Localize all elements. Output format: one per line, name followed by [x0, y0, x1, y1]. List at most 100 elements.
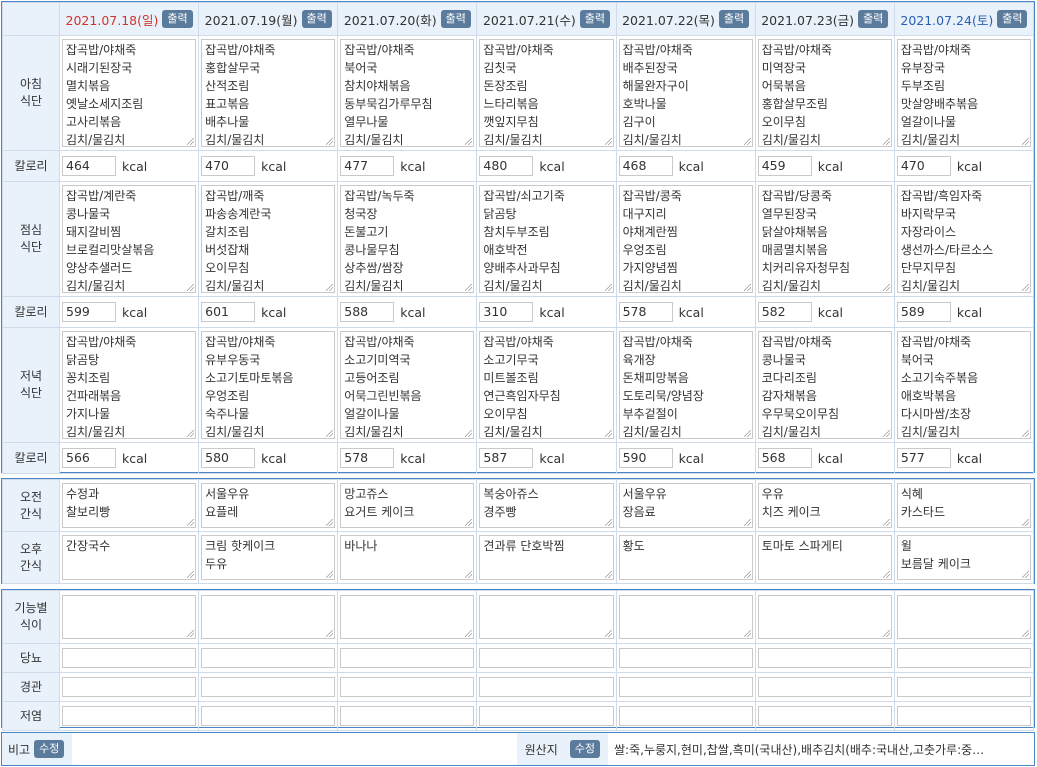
am_snack-textarea[interactable]: 식혜 카스타드 [896, 483, 1031, 528]
calorie-input[interactable]: 601 [201, 302, 256, 322]
pm_snack-textarea[interactable]: 토마토 스파게티 [757, 535, 892, 580]
functional-textarea[interactable] [896, 595, 1031, 639]
dinner-menu-textarea[interactable]: 잡곡밥/야채죽 유부우동국 소고기토마토볶음 우엉조림 숙주나물 김치/물김치 [201, 331, 336, 439]
calorie-input[interactable]: 470 [201, 156, 256, 176]
am_snack-textarea[interactable]: 서울우유 요플레 [201, 483, 336, 528]
functional-textarea[interactable] [340, 595, 475, 639]
low_salt-input[interactable] [757, 706, 892, 726]
print-button[interactable]: 출력 [997, 10, 1028, 28]
breakfast-menu-textarea[interactable]: 잡곡밥/야채죽 배추된장국 해물완자구이 호박나물 김구이 김치/물김치 [618, 39, 753, 147]
tube-input[interactable] [201, 677, 336, 697]
low_salt-input[interactable] [618, 706, 753, 726]
calorie-input[interactable]: 582 [757, 302, 812, 322]
calorie-input[interactable]: 464 [62, 156, 116, 176]
breakfast-menu-textarea[interactable]: 잡곡밥/야채죽 북어국 참치야채볶음 동부묵김가루무침 열무나물 김치/물김치 [340, 39, 475, 147]
functional-textarea[interactable] [201, 595, 336, 639]
functional-textarea[interactable] [757, 595, 892, 639]
calorie-input[interactable]: 599 [62, 302, 116, 322]
diabetes-input[interactable] [896, 648, 1031, 668]
calorie-input[interactable]: 580 [201, 448, 256, 468]
diabetes-input[interactable] [201, 648, 336, 668]
lunch-menu-textarea[interactable]: 잡곡밥/콩죽 대구지리 야채계란찜 우엉조림 가지양념찜 김치/물김치 [618, 185, 753, 293]
dinner-menu-textarea[interactable]: 잡곡밥/야채죽 닭곰탕 꽁치조림 건파래볶음 가지나물 김치/물김치 [62, 331, 197, 439]
calorie-input[interactable]: 470 [896, 156, 951, 176]
calorie-input[interactable]: 459 [757, 156, 812, 176]
dinner-menu-textarea[interactable]: 잡곡밥/야채죽 콩나물국 코다리조림 감자채볶음 우무묵오이무침 김치/물김치 [757, 331, 892, 439]
pm_snack-textarea[interactable]: 황도 [618, 535, 753, 580]
calorie-input[interactable]: 577 [896, 448, 951, 468]
tube-input[interactable] [757, 677, 892, 697]
calorie-input[interactable]: 568 [757, 448, 812, 468]
origin-edit-button[interactable]: 수정 [569, 740, 600, 758]
low_salt-input[interactable] [340, 706, 475, 726]
menu-item: 얼갈이나물 [900, 115, 957, 129]
print-button[interactable]: 출력 [440, 10, 471, 28]
dinner-menu-textarea[interactable]: 잡곡밥/야채죽 소고기미역국 고등어조림 어묵그린빈볶음 얼갈이나물 김치/물김치 [340, 331, 475, 439]
calorie-input[interactable]: 588 [340, 302, 395, 322]
lunch-menu-textarea[interactable]: 잡곡밥/깨죽 파송송계란국 갈치조림 버섯잡채 오이무침 김치/물김치 [201, 185, 336, 293]
tube-input[interactable] [62, 677, 197, 697]
dinner-menu-textarea[interactable]: 잡곡밥/야채죽 육개장 돈채피망볶음 도토리묵/양념장 부추겉절이 김치/물김치 [618, 331, 753, 439]
remarks-edit-button[interactable]: 수정 [34, 740, 65, 758]
low_salt-input[interactable] [896, 706, 1031, 726]
functional-textarea[interactable] [62, 595, 197, 639]
pm_snack-textarea[interactable]: 견과류 단호박찜 [479, 535, 614, 580]
tube-input[interactable] [340, 677, 475, 697]
am_snack-textarea[interactable]: 수정과 찰보리빵 [62, 483, 197, 528]
kcal-unit: kcal [122, 304, 148, 320]
lunch-menu-textarea[interactable]: 잡곡밥/당콩죽 열무된장국 닭살야채볶음 매콤멸치볶음 치커리유자청무침 김치/물김치 [757, 185, 892, 293]
lunch-menu-textarea[interactable]: 잡곡밥/흑임자죽 바지락무국 자장라이스 생선까스/타르소스 단무지무침 김치/물김치 [896, 185, 1031, 293]
pm_snack-textarea[interactable]: 바나나 [340, 535, 475, 580]
menu-item: 잡곡밥/야채죽 [66, 335, 137, 349]
calorie-input[interactable]: 566 [62, 448, 116, 468]
calorie-input[interactable]: 578 [340, 448, 395, 468]
low_salt-input[interactable] [62, 706, 197, 726]
calorie-input[interactable]: 480 [479, 156, 534, 176]
low_salt-input[interactable] [201, 706, 336, 726]
functional-textarea[interactable] [618, 595, 753, 639]
calorie-input[interactable]: 310 [479, 302, 534, 322]
breakfast-calorie-cell: 459 kcal [754, 150, 895, 182]
calorie-input[interactable]: 589 [896, 302, 951, 322]
calorie-input[interactable]: 590 [618, 448, 673, 468]
breakfast-menu-textarea[interactable]: 잡곡밥/야채죽 미역장국 어묵볶음 홍합살무조림 오이무침 김치/물김치 [757, 39, 892, 147]
diabetes-input[interactable] [479, 648, 614, 668]
breakfast-menu-textarea[interactable]: 잡곡밥/야채죽 홍합살무국 산적조림 표고볶음 배추나물 김치/물김치 [201, 39, 336, 147]
functional-textarea[interactable] [479, 595, 614, 639]
print-button[interactable]: 출력 [858, 10, 889, 28]
date-header-row: 2021.07.18(일) 출력 2021.07.19(월) 출력 2021.07.20… [2, 2, 1035, 36]
print-button[interactable]: 출력 [579, 10, 611, 28]
tube-input[interactable] [896, 677, 1031, 697]
calorie-input[interactable]: 578 [618, 302, 673, 322]
breakfast-menu-textarea[interactable]: 잡곡밥/야채죽 시래기된장국 멸치볶음 옛날소세지조림 고사리볶음 김치/물김치 [62, 39, 197, 147]
calorie-input[interactable]: 468 [618, 156, 673, 176]
pm_snack-textarea[interactable]: 간장국수 [62, 535, 197, 580]
am_snack-textarea[interactable]: 우유 치즈 케이크 [757, 483, 892, 528]
diabetes-input[interactable] [618, 648, 753, 668]
print-button[interactable]: 출력 [718, 10, 750, 28]
tube-input[interactable] [618, 677, 753, 697]
print-button[interactable]: 출력 [301, 10, 332, 28]
calorie-input[interactable]: 587 [479, 448, 534, 468]
breakfast-menu-textarea[interactable]: 잡곡밥/야채죽 유부장국 두부조림 맛살양배추볶음 얼갈이나물 김치/물김치 [896, 39, 1031, 147]
low_salt-input[interactable] [479, 706, 614, 726]
dinner-menu-textarea[interactable]: 잡곡밥/야채죽 북어국 소고기숙주볶음 애호박볶음 다시마쌈/초장 김치/물김치 [896, 331, 1031, 439]
calorie-input[interactable]: 477 [340, 156, 395, 176]
pm_snack-textarea[interactable]: 크림 핫케이크 두유 [201, 535, 336, 580]
am_snack-textarea[interactable]: 망고쥬스 요거트 케이크 [340, 483, 475, 528]
menu-item: 잡곡밥/야채죽 [344, 335, 415, 349]
lunch-menu-textarea[interactable]: 잡곡밥/쇠고기죽 닭곰탕 참치두부조림 애호박전 양배추사과무침 김치/물김치 [479, 185, 614, 293]
lunch-menu-textarea[interactable]: 잡곡밥/녹두죽 청국장 돈불고기 콩나물무침 상추쌈/쌈장 김치/물김치 [340, 185, 475, 293]
date-label: 2021.07.18(일) [65, 12, 159, 28]
diabetes-input[interactable] [340, 648, 475, 668]
diabetes-input[interactable] [757, 648, 892, 668]
am_snack-textarea[interactable]: 서울우유 장음료 [618, 483, 753, 528]
dinner-menu-textarea[interactable]: 잡곡밥/야채죽 소고기무국 미트볼조림 연근흑임자무침 오이무침 김치/물김치 [479, 331, 614, 439]
print-button[interactable]: 출력 [162, 10, 193, 28]
am_snack-textarea[interactable]: 복숭아쥬스 경주빵 [479, 483, 614, 528]
tube-input[interactable] [479, 677, 614, 697]
pm_snack-textarea[interactable]: 윌 보름달 케이크 [896, 535, 1031, 580]
breakfast-menu-textarea[interactable]: 잡곡밥/야채죽 김칫국 돈장조림 느타리볶음 깻잎지무침 김치/물김치 [479, 39, 614, 147]
lunch-menu-textarea[interactable]: 잡곡밥/계란죽 콩나물국 돼지갈비찜 브로컬리맛살볶음 양상추샐러드 김치/물김치 [62, 185, 197, 293]
diabetes-input[interactable] [62, 648, 197, 668]
